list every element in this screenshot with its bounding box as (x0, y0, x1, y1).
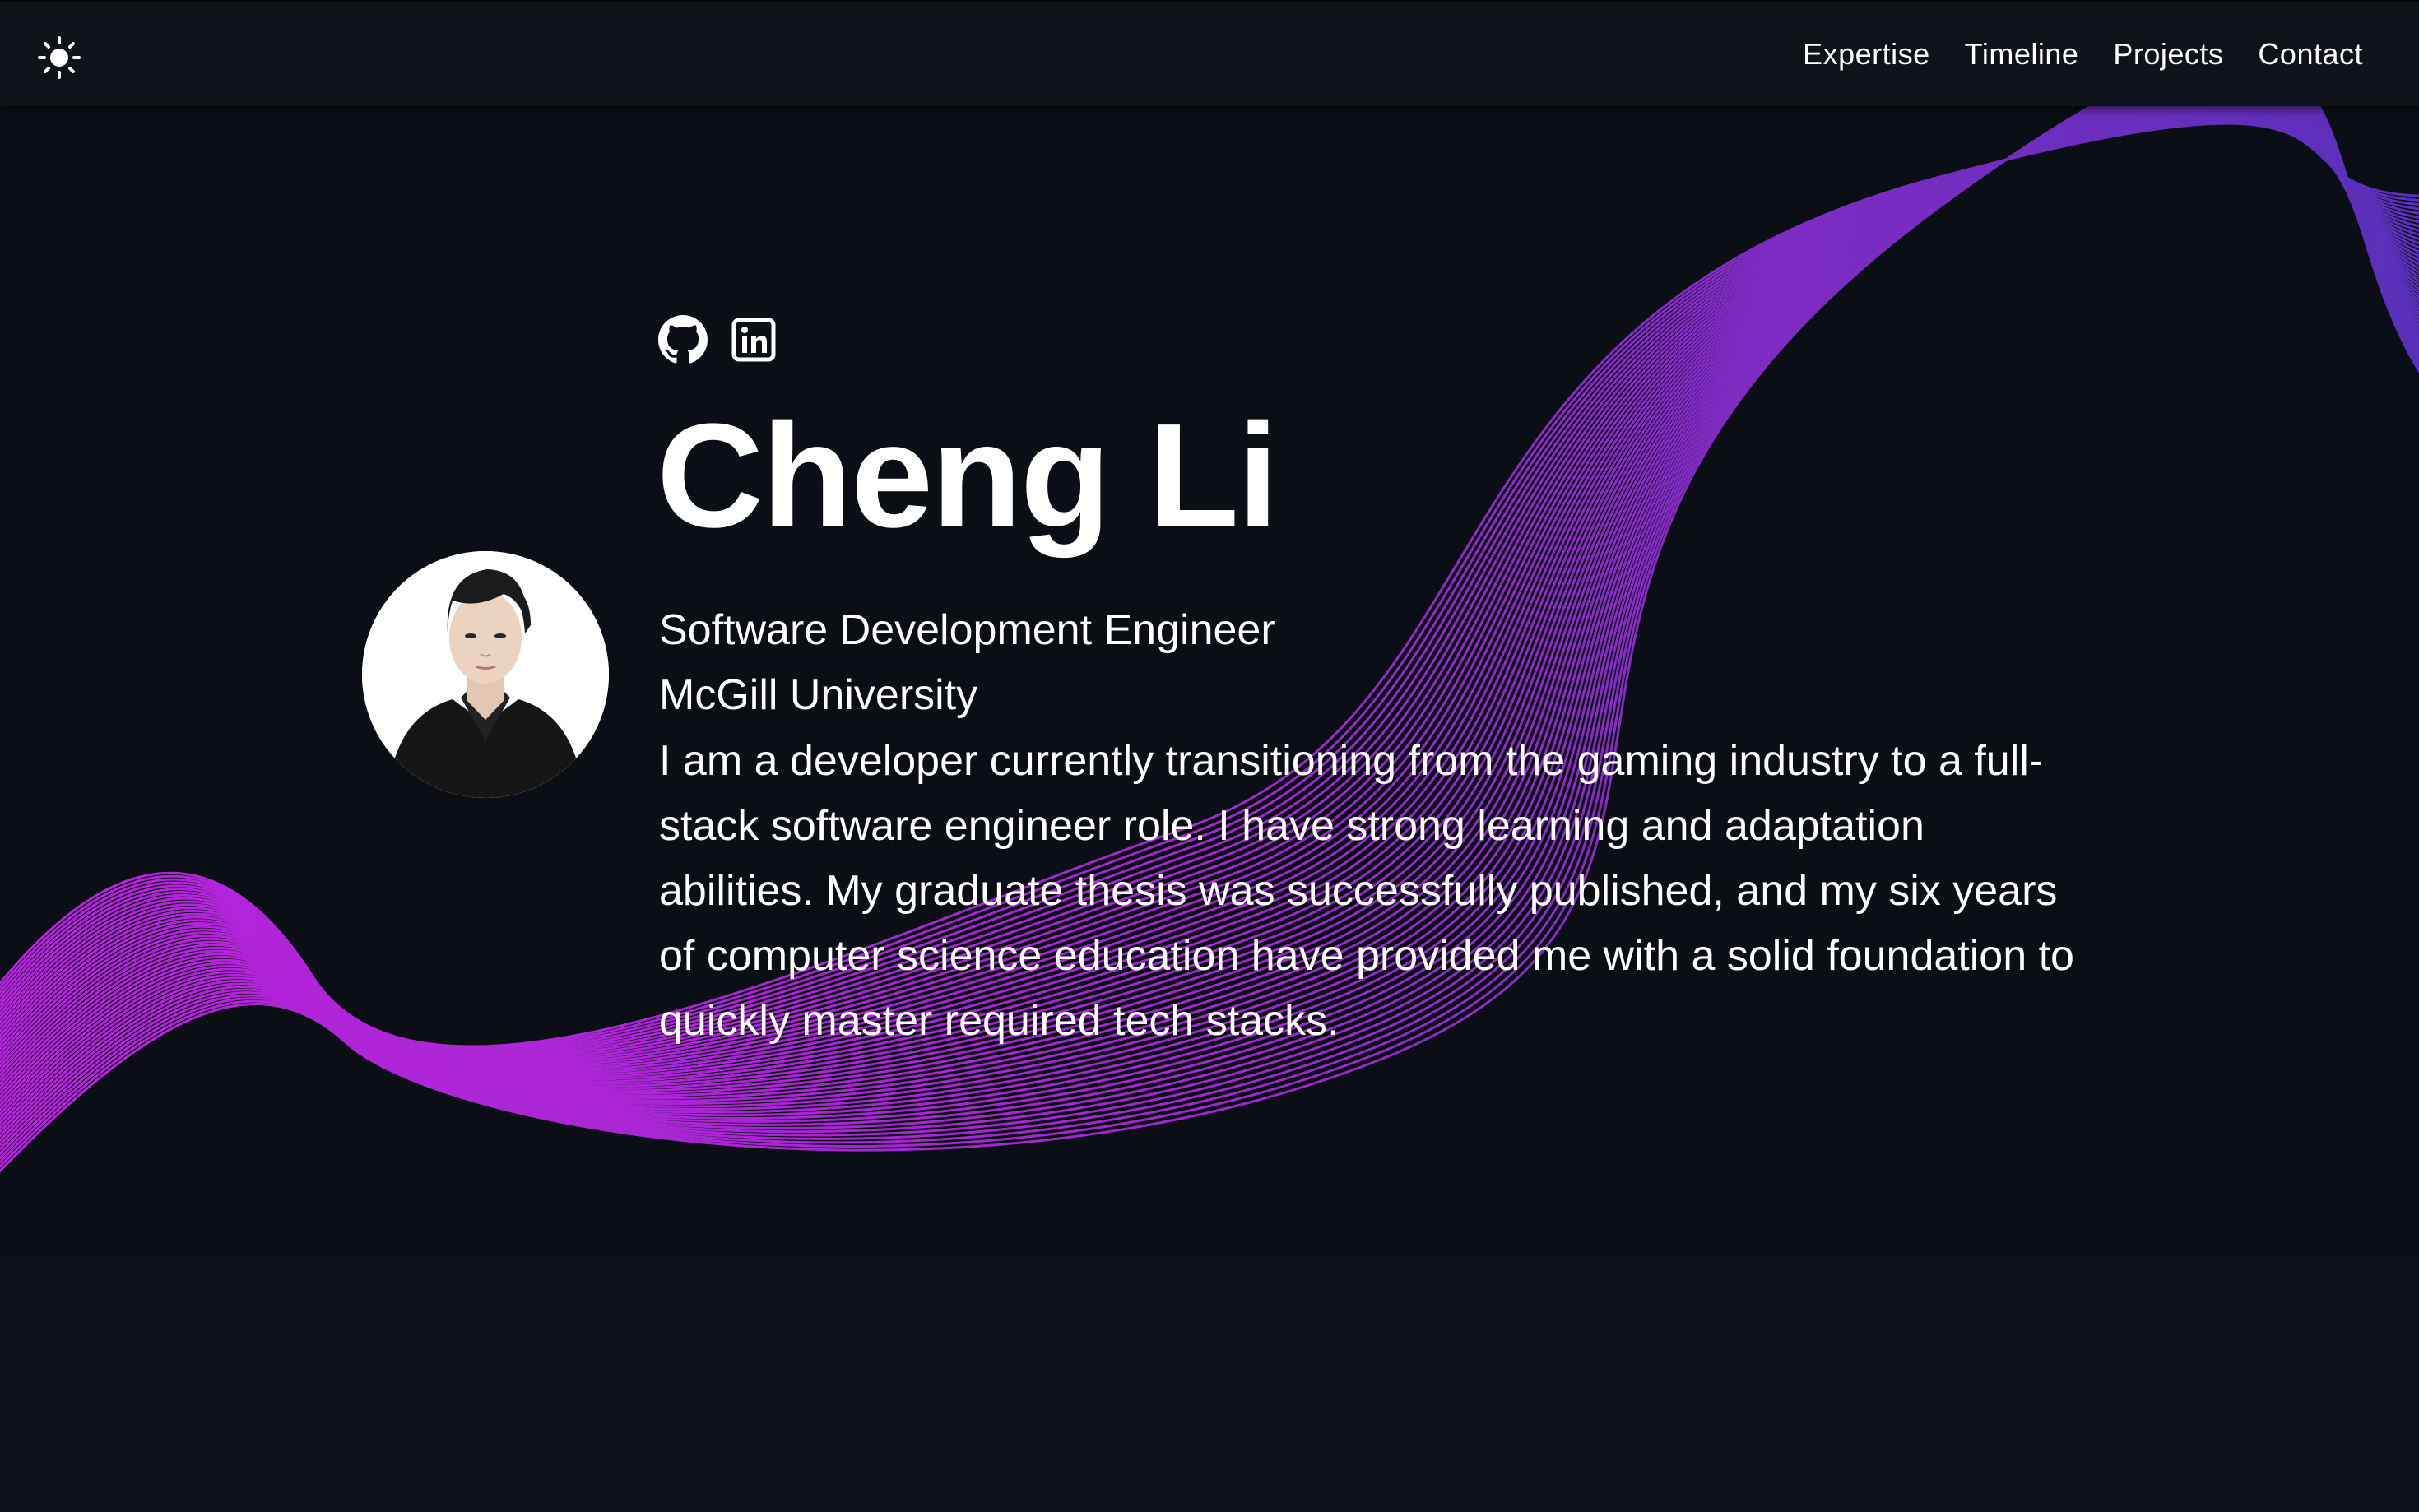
nav-links: Expertise Timeline Projects Contact (1803, 2, 2363, 106)
hero-name: Cheng Li (657, 393, 1279, 559)
linkedin-link[interactable] (729, 315, 778, 364)
sun-icon (38, 36, 81, 79)
nav-link-projects[interactable]: Projects (2113, 37, 2223, 72)
hero-school: McGill University (659, 671, 978, 719)
hero-section: Cheng Li Software Development Engineer M… (0, 104, 2419, 1257)
nav-link-expertise[interactable]: Expertise (1803, 37, 1930, 72)
below-hero-area (0, 1257, 2419, 1512)
github-icon (658, 315, 708, 364)
theme-toggle-button[interactable] (36, 35, 82, 81)
avatar (362, 551, 609, 798)
profile-photo (362, 551, 609, 798)
navbar: Expertise Timeline Projects Contact (0, 0, 2419, 106)
social-links (658, 315, 778, 364)
hero-role: Software Development Engineer (659, 606, 1275, 654)
nav-link-timeline[interactable]: Timeline (1965, 37, 2079, 72)
page: Expertise Timeline Projects Contact Chen… (0, 0, 2419, 1512)
linkedin-icon (731, 318, 776, 362)
github-link[interactable] (658, 315, 708, 364)
hero-bio: I am a developer currently transitioning… (659, 737, 2074, 1045)
nav-link-contact[interactable]: Contact (2258, 37, 2363, 72)
